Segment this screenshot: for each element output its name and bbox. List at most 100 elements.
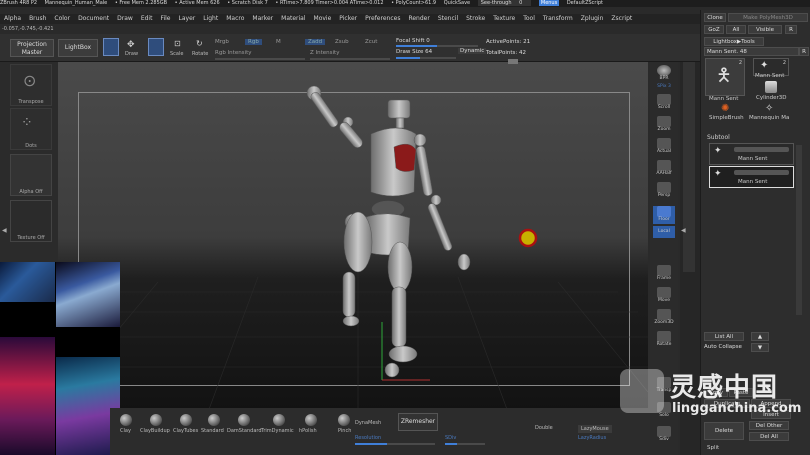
brush-damstandard-button[interactable]: DamStandard: [227, 428, 262, 434]
z-intensity-slider[interactable]: Z Intensity: [310, 50, 339, 56]
menu-item[interactable]: Layer: [179, 15, 196, 22]
canvas-viewport[interactable]: [58, 59, 648, 412]
menu-item[interactable]: Document: [78, 15, 109, 22]
subtool-toggles[interactable]: [734, 147, 789, 152]
simplebrush-icon[interactable]: ✺: [721, 103, 729, 114]
menu-item[interactable]: Preferences: [365, 15, 400, 22]
tool-thumb-mann-sent[interactable]: 🯅 2: [705, 58, 745, 96]
menu-item[interactable]: Draw: [117, 15, 133, 22]
menu-item[interactable]: Picker: [339, 15, 357, 22]
visible-button[interactable]: Visible: [748, 25, 782, 34]
brush-hpolish-button[interactable]: hPolish: [299, 428, 317, 434]
cylinder-icon[interactable]: [765, 81, 777, 93]
mannequin-ma-icon[interactable]: ✧: [765, 103, 773, 114]
tray-scroll-thumb[interactable]: [683, 62, 695, 272]
lightbox-button[interactable]: LightBox: [58, 39, 98, 57]
brush-trimdynamic-button[interactable]: TrimDynamic: [261, 428, 294, 434]
brush-claybuildup-button[interactable]: ClayBuildup: [140, 428, 170, 434]
see-through-slider[interactable]: See-through 0: [477, 0, 532, 6]
dynamesh-button[interactable]: DynaMesh: [355, 420, 381, 426]
move-down-button[interactable]: ▼: [751, 343, 769, 352]
menu-item[interactable]: Render: [408, 15, 429, 22]
quicksave-button[interactable]: QuickSave: [444, 0, 470, 6]
zremesher-button[interactable]: ZRemesher: [398, 413, 438, 431]
left-collapse-arrow-icon[interactable]: ◀: [2, 227, 7, 234]
menu-item[interactable]: Zscript: [611, 15, 632, 22]
zoom3d-button[interactable]: Zoom3D: [653, 309, 675, 327]
sdiv-slider[interactable]: SDiv: [445, 435, 456, 441]
subtool-toggles[interactable]: [734, 170, 789, 175]
m-button[interactable]: M: [276, 39, 281, 45]
rgb-intensity-bar[interactable]: [215, 58, 305, 60]
menu-item[interactable]: Alpha: [4, 15, 21, 22]
local-button[interactable]: Local: [653, 226, 675, 238]
lightbox-tools-button[interactable]: Lightbox▶Tools: [704, 37, 764, 46]
draw-size-bar[interactable]: [396, 57, 456, 59]
menu-item[interactable]: Stroke: [466, 15, 485, 22]
lazymouse-button[interactable]: LazyMouse: [578, 425, 612, 433]
rgb-intensity-slider[interactable]: Rgb Intensity: [215, 50, 252, 56]
spix-slider[interactable]: SPix 3: [653, 84, 675, 92]
frame-button[interactable]: Frame: [653, 265, 675, 283]
z-intensity-bar[interactable]: [310, 58, 390, 60]
zcut-button[interactable]: Zcut: [365, 39, 377, 45]
mann-sent-slider[interactable]: Mann Sent. 48: [704, 47, 799, 56]
brush-claytubes-button[interactable]: ClayTubes: [173, 428, 198, 434]
brush-clay-button[interactable]: Clay: [120, 428, 131, 434]
rotate-view-button[interactable]: Rotate: [653, 331, 675, 349]
r-button[interactable]: R: [785, 25, 797, 34]
rgb-button[interactable]: Rgb: [245, 39, 262, 45]
edit-mode-button[interactable]: [103, 38, 119, 56]
texture-button[interactable]: Texture Off: [10, 200, 52, 242]
lazyradius-slider[interactable]: LazyRadius: [578, 435, 606, 441]
bpr-button[interactable]: BPR: [653, 65, 675, 83]
menu-item[interactable]: Stencil: [438, 15, 458, 22]
move-view-button[interactable]: Move: [653, 287, 675, 305]
auto-collapse-button[interactable]: Auto Collapse: [704, 343, 750, 352]
draw-size-slider[interactable]: Draw Size 64: [396, 49, 432, 55]
menu-item[interactable]: File: [160, 15, 170, 22]
menu-item[interactable]: Material: [281, 15, 305, 22]
menu-item[interactable]: Macro: [226, 15, 244, 22]
aahalf-button[interactable]: AAHalf: [653, 160, 675, 178]
focal-shift-slider[interactable]: Focal Shift 0: [396, 38, 430, 44]
list-all-button[interactable]: List All: [704, 332, 744, 341]
default-zscript-button[interactable]: DefaultZScript: [567, 0, 603, 6]
menu-item[interactable]: Light: [203, 15, 218, 22]
scroll-button[interactable]: Scroll: [653, 94, 675, 112]
mannequin-model[interactable]: [58, 62, 648, 412]
tray-collapse-arrow-icon[interactable]: ◀: [681, 227, 686, 234]
zsub-button[interactable]: Zsub: [335, 39, 349, 45]
menu-item[interactable]: Texture: [493, 15, 515, 22]
menus-button[interactable]: Menus: [538, 0, 560, 6]
sdiv-bar[interactable]: [445, 443, 485, 445]
menu-item[interactable]: Tool: [523, 15, 535, 22]
rotate-button[interactable]: Rotate: [192, 51, 208, 57]
split-header[interactable]: Split: [707, 445, 719, 451]
r-button-2[interactable]: R: [799, 47, 809, 56]
all-button[interactable]: All: [726, 25, 746, 34]
clone-button[interactable]: Clone: [704, 13, 726, 22]
menu-item[interactable]: Marker: [252, 15, 273, 22]
dynamic-button[interactable]: Dynamic: [458, 48, 487, 54]
persp-button[interactable]: Persp: [653, 182, 675, 200]
subtool-item-2-selected[interactable]: ✦ Mann Sent: [709, 166, 794, 188]
brush-standard-button[interactable]: Standard: [201, 428, 224, 434]
draw-button[interactable]: Draw: [125, 51, 138, 57]
resolution-bar[interactable]: [355, 443, 435, 445]
brush-pinch-button[interactable]: Pinch: [338, 428, 351, 434]
menu-item[interactable]: Brush: [29, 15, 46, 22]
del-all-button[interactable]: Del All: [749, 432, 789, 441]
zadd-button[interactable]: Zadd: [305, 39, 326, 45]
focal-shift-bar[interactable]: [396, 45, 478, 47]
alpha-button[interactable]: Alpha Off: [10, 154, 52, 196]
move-up-button[interactable]: ▲: [751, 332, 769, 341]
stroke-dots-button[interactable]: ⁘ Dots: [10, 108, 52, 150]
double-button[interactable]: Double: [535, 425, 553, 431]
menu-item[interactable]: Transform: [543, 15, 573, 22]
resolution-slider[interactable]: Resolution: [355, 435, 381, 441]
menu-item[interactable]: Movie: [314, 15, 332, 22]
move-button[interactable]: [148, 38, 164, 56]
mrgb-button[interactable]: Mrgb: [215, 39, 229, 45]
floor-button[interactable]: Floor: [653, 206, 675, 224]
